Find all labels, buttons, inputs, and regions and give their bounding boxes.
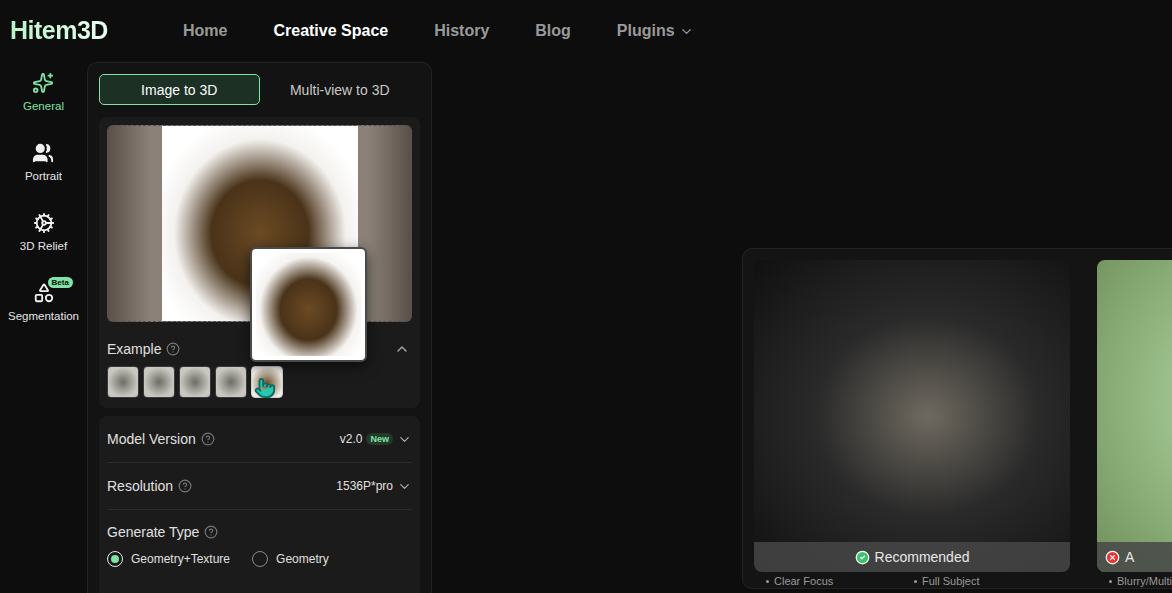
app: Hitem3DHome Creative Space History Blog Plug… — [0, 0, 1172, 593]
nav-item[interactable]: Blog — [535, 22, 571, 40]
example-thumbnail[interactable] — [251, 366, 283, 398]
bullet — [1109, 580, 1112, 583]
radio-button[interactable] — [107, 551, 123, 567]
setting-label: Model Version — [107, 431, 215, 447]
guide-column: RecommendedClear FocusFull Subject — [754, 260, 1070, 588]
guide-tip: Blurry/Multi — [1109, 575, 1172, 588]
sidebar-item[interactable]: General — [23, 72, 64, 128]
nav-item[interactable]: Plugins — [617, 22, 694, 40]
check-icon — [855, 550, 870, 565]
guide-card: A — [1097, 260, 1172, 572]
guide-tips: Clear FocusFull Subject — [754, 572, 1070, 588]
mode-icon — [32, 142, 54, 164]
cross-icon — [1105, 550, 1120, 565]
example-label: Example — [107, 341, 180, 357]
header: Hitem3DHome Creative Space History Blog Plug… — [0, 0, 1172, 62]
settings-card: Model Version v2.0New Resolution 1536P*pro G… — [99, 416, 420, 593]
generate-type-options: Geometry+Texture Geometry — [107, 551, 412, 567]
nav-item[interactable]: Creative Space — [273, 22, 388, 40]
chevron-up-icon[interactable] — [394, 341, 410, 357]
new-badge: New — [366, 433, 393, 445]
setting-select[interactable]: v2.0New — [340, 432, 412, 447]
example-thumbnail[interactable] — [143, 366, 175, 398]
guide-label: Recommended — [754, 542, 1070, 572]
help-icon[interactable] — [178, 479, 192, 493]
mode-icon — [32, 72, 54, 94]
generate-type: Generate Type Geometry+Texture Geometry — [107, 510, 412, 567]
mode-tabs: Image to 3DMulti-view to 3D — [99, 74, 420, 105]
tab[interactable]: Multi-view to 3D — [260, 74, 421, 105]
sidebar-item[interactable]: Portrait — [25, 142, 62, 198]
help-icon[interactable] — [201, 432, 215, 446]
body: General Portrait 3D Relief BetaSegmentation… — [0, 62, 1172, 593]
chevron-down-icon — [397, 432, 412, 447]
setting-row: Resolution 1536P*pro — [107, 463, 412, 510]
image-guide: RecommendedClear FocusFull SubjectABlurr… — [742, 248, 1172, 589]
guide-label: A — [1097, 542, 1172, 572]
main-area: RecommendedClear FocusFull SubjectABlurr… — [432, 62, 1172, 593]
chevron-down-icon — [679, 24, 694, 39]
nav-item[interactable]: History — [434, 22, 489, 40]
radio-option[interactable]: Geometry+Texture — [107, 551, 230, 567]
beta-badge: Beta — [48, 277, 73, 288]
help-icon[interactable] — [166, 342, 180, 356]
bullet — [766, 580, 769, 583]
sidebar-item[interactable]: 3D Relief — [20, 212, 67, 268]
generate-type-label: Generate Type — [107, 524, 412, 540]
mode-icon — [33, 212, 55, 234]
thumbnail-preview — [250, 247, 367, 362]
guide-card: Recommended — [754, 260, 1070, 572]
example-thumbnails — [107, 366, 412, 398]
nav-item[interactable]: Home — [183, 22, 227, 40]
hand-cursor-icon — [254, 377, 276, 399]
radio-button[interactable] — [252, 551, 268, 567]
bullet — [914, 580, 917, 583]
setting-row: Model Version v2.0New — [107, 416, 412, 463]
logo[interactable]: Hitem3D — [10, 16, 183, 47]
help-icon[interactable] — [204, 525, 218, 539]
sidebar-item[interactable]: BetaSegmentation — [8, 282, 79, 338]
setting-label: Resolution — [107, 478, 192, 494]
guide-tip: Clear Focus — [766, 575, 914, 588]
top-nav: Home Creative Space History Blog Plugins — [183, 22, 694, 40]
upload-card: Example — [99, 117, 420, 408]
chevron-down-icon — [397, 479, 412, 494]
tab[interactable]: Image to 3D — [99, 74, 260, 105]
setting-select[interactable]: 1536P*pro — [336, 479, 412, 494]
generate-panel: Image to 3DMulti-view to 3D Example Model … — [87, 62, 432, 593]
sidebar: General Portrait 3D Relief BetaSegmentation — [0, 62, 87, 593]
example-thumbnail[interactable] — [107, 366, 139, 398]
guide-column: A Blurry/Multi — [1097, 260, 1172, 588]
guide-tips: Blurry/Multi — [1097, 572, 1172, 588]
radio-option[interactable]: Geometry — [252, 551, 329, 567]
example-thumbnail[interactable] — [215, 366, 247, 398]
guide-tip: Full Subject — [914, 575, 1062, 588]
preview-image — [256, 253, 361, 356]
example-thumbnail[interactable] — [179, 366, 211, 398]
